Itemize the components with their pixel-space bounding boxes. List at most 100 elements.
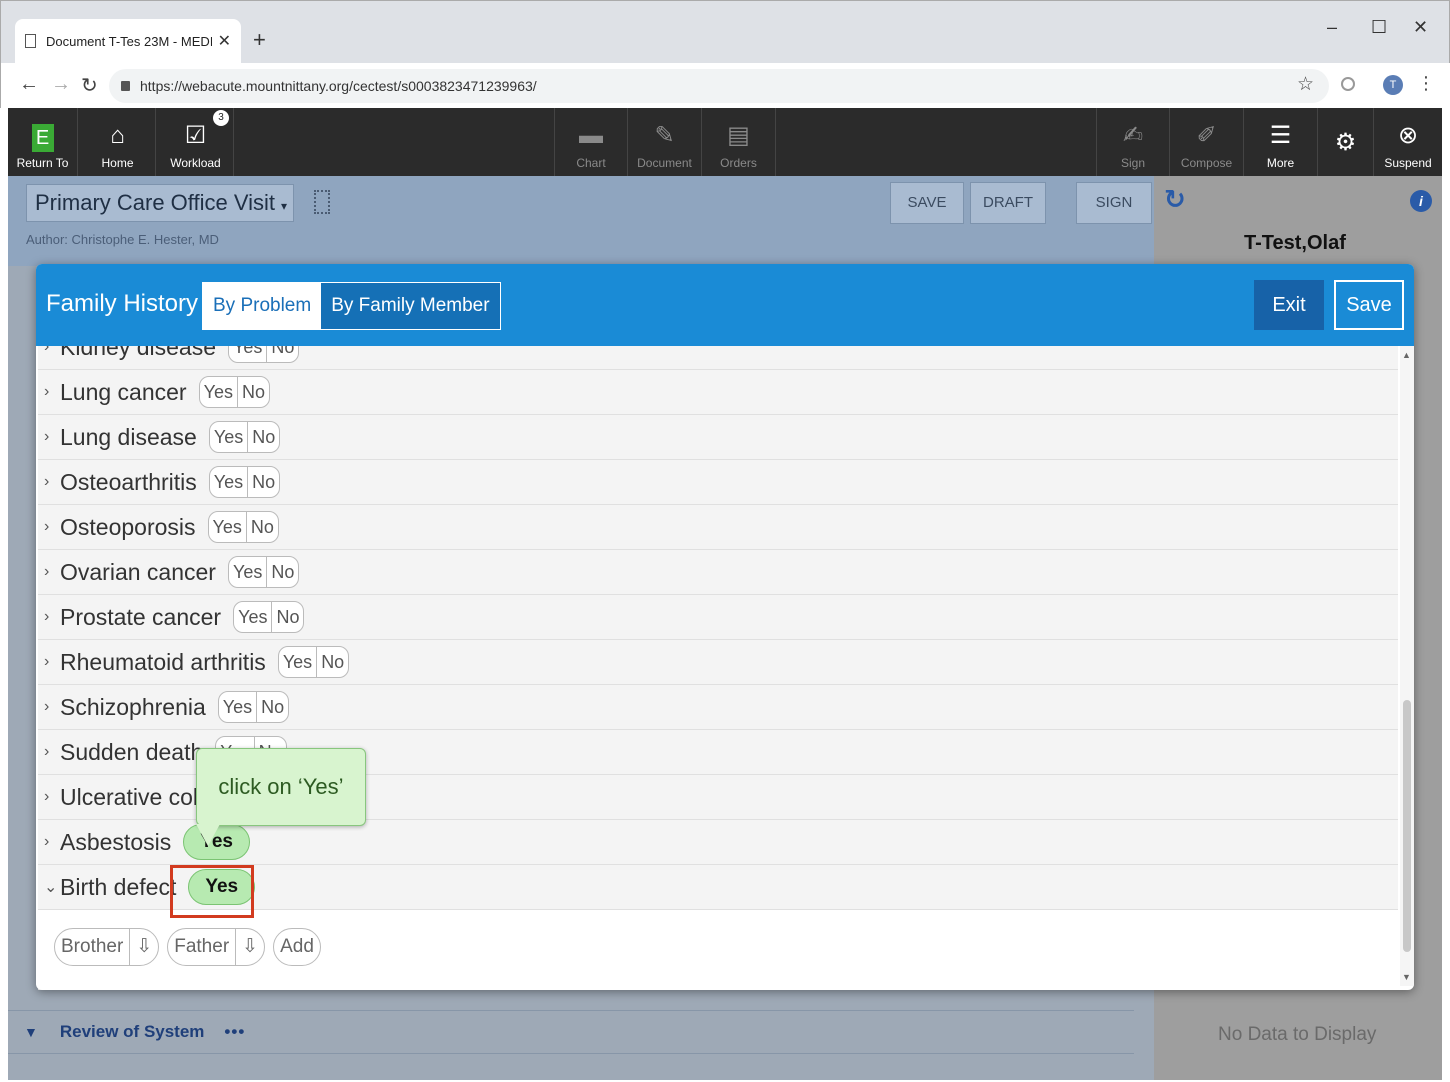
- arrow-down-icon[interactable]: ⇩: [129, 929, 158, 965]
- problem-row[interactable]: › Osteoarthritis Yes No: [38, 460, 1398, 505]
- scroll-up-icon[interactable]: ▲: [1402, 350, 1411, 360]
- refresh-icon[interactable]: ↻: [1164, 184, 1186, 215]
- no-option[interactable]: No: [245, 512, 278, 542]
- save-button[interactable]: Save: [1334, 280, 1404, 330]
- maximize-icon[interactable]: ☐: [1371, 17, 1387, 38]
- yes-option[interactable]: Yes: [210, 422, 247, 452]
- problem-row[interactable]: › Lung cancer Yes No: [38, 370, 1398, 415]
- close-icon[interactable]: ✕: [218, 31, 231, 51]
- info-icon[interactable]: i: [1410, 190, 1432, 212]
- no-option[interactable]: No: [256, 692, 288, 722]
- document-button[interactable]: ✎ Document: [628, 108, 702, 176]
- no-option[interactable]: No: [266, 557, 298, 587]
- more-button[interactable]: ☰ More: [1244, 108, 1318, 176]
- chevron-right-icon[interactable]: ›: [44, 743, 56, 761]
- scrollbar-thumb[interactable]: [1403, 700, 1411, 952]
- save-document-button[interactable]: SAVE: [890, 182, 964, 224]
- compose-button[interactable]: ✐ Compose: [1170, 108, 1244, 176]
- problem-row[interactable]: › Prostate cancer Yes No: [38, 595, 1398, 640]
- no-option[interactable]: No: [271, 602, 303, 632]
- problem-row-selected[interactable]: › Asbestosis Yes: [38, 820, 1398, 865]
- chevron-right-icon[interactable]: ›: [44, 788, 56, 806]
- chart-label: Chart: [576, 156, 606, 170]
- chevron-down-icon[interactable]: ⌄: [44, 877, 57, 897]
- yes-no-toggle: YesNo: [198, 376, 270, 408]
- exit-button[interactable]: Exit: [1254, 280, 1324, 330]
- view-toggle: By Problem By Family Member: [202, 282, 501, 330]
- review-of-system-section[interactable]: ▼ Review of System •••: [8, 1010, 1134, 1054]
- template-icon[interactable]: [314, 190, 330, 214]
- more-dots-icon[interactable]: •••: [224, 1022, 245, 1042]
- browser-menu-icon[interactable]: ⋮: [1417, 73, 1435, 94]
- calendar-check-icon: ☑: [184, 122, 207, 149]
- problem-row[interactable]: › Ovarian cancer Yes No: [38, 550, 1398, 595]
- sign-document-button[interactable]: SIGN: [1076, 182, 1152, 224]
- extension-icon[interactable]: [1341, 77, 1355, 91]
- draft-button[interactable]: DRAFT: [970, 182, 1046, 224]
- no-option[interactable]: No: [247, 467, 279, 497]
- problem-row[interactable]: › Lung disease Yes No: [38, 415, 1398, 460]
- scroll-down-icon[interactable]: ▼: [1402, 972, 1411, 982]
- chevron-right-icon[interactable]: ›: [44, 473, 56, 491]
- chevron-right-icon[interactable]: ›: [44, 563, 56, 581]
- chevron-right-icon[interactable]: ›: [44, 346, 56, 356]
- chevron-right-icon[interactable]: ›: [44, 653, 56, 671]
- minimize-icon[interactable]: –: [1327, 17, 1337, 38]
- yes-option[interactable]: Yes: [229, 346, 266, 362]
- yes-option[interactable]: Yes: [234, 602, 271, 632]
- yes-no-toggle: YesNo: [208, 421, 281, 453]
- family-member-chips: Brother ⇩ Father ⇩ Add: [54, 928, 321, 966]
- home-button[interactable]: ⌂ Home: [80, 108, 156, 176]
- member-chip-father[interactable]: Father ⇩: [167, 928, 266, 966]
- chevron-right-icon[interactable]: ›: [44, 833, 56, 851]
- yes-option[interactable]: Yes: [200, 377, 237, 407]
- add-label: Add: [280, 936, 314, 957]
- url-input[interactable]: https://webacute.mountnittany.org/cectes…: [109, 69, 1329, 103]
- problem-label: Lung cancer: [60, 378, 187, 405]
- orders-button[interactable]: ▤ Orders: [702, 108, 776, 176]
- yes-option[interactable]: Yes: [209, 512, 246, 542]
- problem-row[interactable]: › Schizophrenia Yes No: [38, 685, 1398, 730]
- sign-toolbar-label: Sign: [1120, 156, 1146, 170]
- forward-icon[interactable]: →: [51, 73, 71, 96]
- new-tab-icon[interactable]: +: [253, 27, 266, 53]
- member-chip-brother[interactable]: Brother ⇩: [54, 928, 160, 966]
- yes-option[interactable]: Yes: [219, 692, 256, 722]
- no-option[interactable]: No: [236, 377, 269, 407]
- chart-button[interactable]: ▬ Chart: [554, 108, 628, 176]
- no-option[interactable]: No: [316, 647, 348, 677]
- chevron-right-icon[interactable]: ›: [44, 698, 56, 716]
- chevron-right-icon[interactable]: ›: [44, 428, 56, 446]
- yes-option[interactable]: Yes: [229, 557, 266, 587]
- return-to-button[interactable]: E Return To: [8, 108, 78, 176]
- star-icon[interactable]: ☆: [1297, 73, 1314, 96]
- tab-by-family-member[interactable]: By Family Member: [321, 283, 500, 329]
- problem-row[interactable]: › Kidney disease Yes No: [38, 346, 1398, 370]
- list-icon: ☰: [1269, 122, 1292, 149]
- scrollbar[interactable]: ▲ ▼: [1400, 346, 1414, 986]
- no-option[interactable]: No: [266, 346, 298, 362]
- add-member-button[interactable]: Add: [273, 928, 321, 966]
- chevron-right-icon[interactable]: ›: [44, 383, 56, 401]
- suspend-button[interactable]: ⊗ Suspend: [1374, 108, 1442, 176]
- chevron-right-icon[interactable]: ›: [44, 518, 56, 536]
- chevron-right-icon[interactable]: ›: [44, 608, 56, 626]
- problem-label: Sudden death: [60, 738, 204, 765]
- no-option[interactable]: No: [247, 422, 279, 452]
- settings-button[interactable]: ⚙: [1318, 108, 1374, 176]
- gear-icon: ⚙: [1334, 128, 1357, 156]
- problem-row[interactable]: › Rheumatoid arthritis Yes No: [38, 640, 1398, 685]
- arrow-down-icon[interactable]: ⇩: [235, 929, 264, 965]
- yes-option[interactable]: Yes: [279, 647, 316, 677]
- profile-avatar[interactable]: T: [1383, 75, 1403, 95]
- reload-icon[interactable]: ↻: [81, 73, 98, 98]
- back-icon[interactable]: ←: [19, 73, 39, 96]
- yes-option[interactable]: Yes: [210, 467, 247, 497]
- tab-by-problem[interactable]: By Problem: [203, 283, 322, 329]
- workload-button[interactable]: ☑ 3 Workload: [158, 108, 234, 176]
- window-close-icon[interactable]: ✕: [1413, 17, 1428, 38]
- browser-tab[interactable]: Document T-Tes 23M - MEDITEC ✕: [15, 19, 241, 63]
- visit-type-select[interactable]: Primary Care Office Visit ▾: [26, 184, 294, 222]
- sign-button[interactable]: ✍ Sign: [1096, 108, 1170, 176]
- problem-row[interactable]: › Osteoporosis Yes No: [38, 505, 1398, 550]
